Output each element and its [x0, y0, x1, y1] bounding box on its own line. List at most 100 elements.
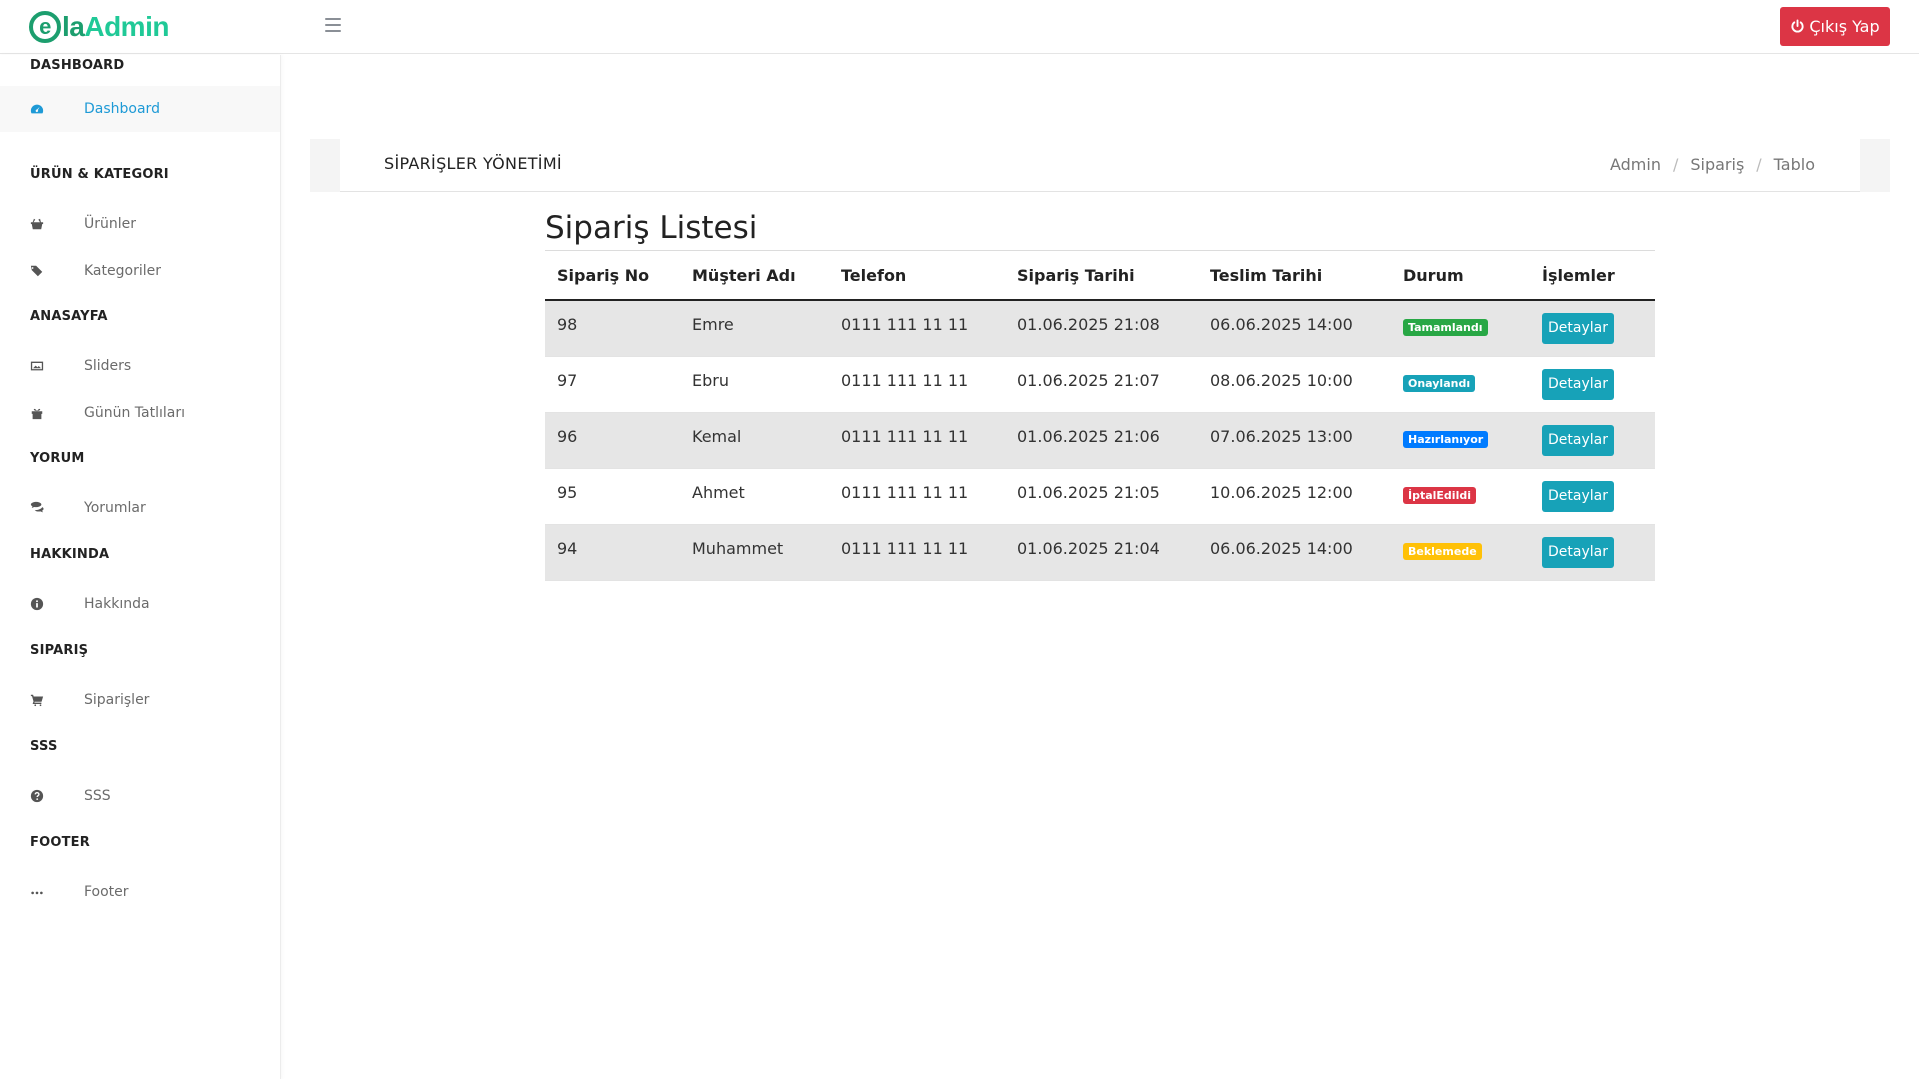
table-header-row: Sipariş No Müşteri Adı Telefon Sipariş T… — [545, 251, 1655, 301]
cell-phone: 0111 111 11 11 — [829, 412, 1005, 469]
cell-order-no: 94 — [545, 524, 680, 581]
breadcrumb-siparis[interactable]: Sipariş — [1690, 155, 1744, 174]
sidebar-item-label: Yorumlar — [84, 500, 146, 516]
sidebar-item-label: SSS — [84, 788, 111, 804]
details-button[interactable]: Detaylar — [1542, 536, 1614, 568]
table-row: 96 Kemal 0111 111 11 11 01.06.2025 21:06… — [545, 412, 1655, 469]
sidebar-item-footer[interactable]: Footer — [0, 869, 280, 915]
cell-order-date: 01.06.2025 21:04 — [1005, 524, 1198, 581]
status-badge: Onaylandı — [1403, 375, 1476, 392]
sidebar-item-urunler[interactable]: Ürünler — [0, 201, 280, 247]
cell-status: Beklemede — [1391, 524, 1530, 581]
sidebar-section-hakkinda: HAKKINDA — [30, 547, 110, 562]
brand-logo[interactable]: e la Admin — [29, 10, 169, 44]
orders-table: Sipariş No Müşteri Adı Telefon Sipariş T… — [545, 251, 1655, 581]
sidebar: DASHBOARD Dashboard ÜRÜN & KATEGORI Ürün… — [0, 55, 281, 1079]
table-row: 95 Ahmet 0111 111 11 11 01.06.2025 21:05… — [545, 468, 1655, 525]
image-icon — [29, 358, 45, 374]
cell-customer-name: Emre — [680, 300, 829, 357]
details-button[interactable]: Detaylar — [1542, 312, 1614, 344]
cell-customer-name: Muhammet — [680, 524, 829, 581]
cell-phone: 0111 111 11 11 — [829, 524, 1005, 581]
table-row: 98 Emre 0111 111 11 11 01.06.2025 21:08 … — [545, 300, 1655, 357]
cell-status: Tamamlandı — [1391, 300, 1530, 357]
menu-toggle-icon[interactable] — [325, 18, 341, 32]
sidebar-section-siparis: SIPARIŞ — [30, 643, 89, 658]
cell-delivery-date: 07.06.2025 13:00 — [1198, 412, 1391, 469]
sidebar-item-siparisler[interactable]: Siparişler — [0, 677, 280, 723]
power-icon — [1791, 19, 1804, 33]
breadcrumb-separator: / — [1672, 155, 1679, 174]
cell-order-no: 95 — [545, 468, 680, 525]
sidebar-item-sliders[interactable]: Sliders — [0, 343, 280, 389]
sidebar-item-label: Siparişler — [84, 692, 150, 708]
col-header-siparis-no: Sipariş No — [545, 251, 680, 301]
sidebar-item-dashboard[interactable]: Dashboard — [0, 86, 280, 132]
cell-status: Onaylandı — [1391, 356, 1530, 413]
sidebar-item-yorumlar[interactable]: Yorumlar — [0, 485, 280, 531]
sidebar-section-footer: FOOTER — [30, 835, 90, 850]
top-header: e la Admin Çıkış Yap — [0, 0, 1919, 54]
cell-order-date: 01.06.2025 21:07 — [1005, 356, 1198, 413]
logout-button[interactable]: Çıkış Yap — [1780, 7, 1890, 46]
status-badge: Tamamlandı — [1403, 319, 1488, 337]
cell-order-no: 98 — [545, 300, 680, 357]
breadcrumb-tablo: Tablo — [1773, 155, 1815, 174]
cell-customer-name: Ebru — [680, 356, 829, 413]
status-badge: İptalEdildi — [1403, 487, 1476, 504]
page-title-bar: SİPARİŞLER YÖNETİMİ Admin / Sipariş / Ta… — [310, 139, 1890, 192]
sidebar-item-label: Footer — [84, 884, 129, 900]
cell-actions: Detaylar — [1530, 412, 1655, 469]
col-header-siparis-tarihi: Sipariş Tarihi — [1005, 251, 1198, 301]
sidebar-item-label: Hakkında — [84, 596, 150, 612]
sidebar-section-urun-kategori: ÜRÜN & KATEGORI — [30, 167, 169, 182]
cell-actions: Detaylar — [1530, 468, 1655, 525]
cell-delivery-date: 10.06.2025 12:00 — [1198, 468, 1391, 525]
cell-phone: 0111 111 11 11 — [829, 468, 1005, 525]
cell-order-no: 96 — [545, 412, 680, 469]
col-header-teslim-tarihi: Teslim Tarihi — [1198, 251, 1391, 301]
cell-delivery-date: 06.06.2025 14:00 — [1198, 524, 1391, 581]
title-bar-right-pad — [1860, 139, 1890, 192]
info-icon — [29, 596, 45, 612]
cell-customer-name: Kemal — [680, 412, 829, 469]
cell-delivery-date: 06.06.2025 14:00 — [1198, 300, 1391, 357]
col-header-musteri-adi: Müşteri Adı — [680, 251, 829, 301]
cell-order-date: 01.06.2025 21:06 — [1005, 412, 1198, 469]
sidebar-item-label: Dashboard — [84, 101, 160, 117]
col-header-telefon: Telefon — [829, 251, 1005, 301]
question-icon — [29, 788, 45, 804]
details-button[interactable]: Detaylar — [1542, 480, 1614, 512]
sidebar-item-sss[interactable]: SSS — [0, 773, 280, 819]
cell-phone: 0111 111 11 11 — [829, 300, 1005, 357]
gift-icon — [29, 405, 45, 421]
details-button[interactable]: Detaylar — [1542, 424, 1614, 456]
table-row: 97 Ebru 0111 111 11 11 01.06.2025 21:07 … — [545, 356, 1655, 413]
sidebar-section-anasayfa: ANASAYFA — [30, 309, 108, 324]
sidebar-item-label: Sliders — [84, 358, 132, 374]
sidebar-section-dashboard: DASHBOARD — [30, 58, 125, 73]
logout-label: Çıkış Yap — [1809, 17, 1880, 36]
cell-actions: Detaylar — [1530, 300, 1655, 357]
details-button[interactable]: Detaylar — [1542, 368, 1614, 400]
cell-order-date: 01.06.2025 21:08 — [1005, 300, 1198, 357]
ellipsis-icon — [29, 884, 45, 900]
col-header-durum: Durum — [1391, 251, 1530, 301]
cell-status: Hazırlanıyor — [1391, 412, 1530, 469]
sidebar-item-hakkinda[interactable]: Hakkında — [0, 581, 280, 627]
cell-delivery-date: 08.06.2025 10:00 — [1198, 356, 1391, 413]
cell-customer-name: Ahmet — [680, 468, 829, 525]
breadcrumb: Admin / Sipariş / Tablo — [1610, 155, 1815, 174]
table-row: 94 Muhammet 0111 111 11 11 01.06.2025 21… — [545, 524, 1655, 581]
status-badge: Beklemede — [1403, 543, 1482, 560]
comments-icon — [29, 500, 45, 516]
sidebar-item-kategoriler[interactable]: Kategoriler — [0, 248, 280, 294]
basket-icon — [29, 216, 45, 232]
breadcrumb-admin[interactable]: Admin — [1610, 155, 1661, 174]
brand-logo-la: la — [62, 11, 85, 42]
page-title: SİPARİŞLER YÖNETİMİ — [384, 154, 562, 173]
sidebar-item-label: Ürünler — [84, 216, 137, 232]
cell-order-date: 01.06.2025 21:05 — [1005, 468, 1198, 525]
sidebar-item-gunun-tatlilari[interactable]: Günün Tatlıları — [0, 390, 280, 436]
title-bar-left-pad — [310, 139, 340, 192]
